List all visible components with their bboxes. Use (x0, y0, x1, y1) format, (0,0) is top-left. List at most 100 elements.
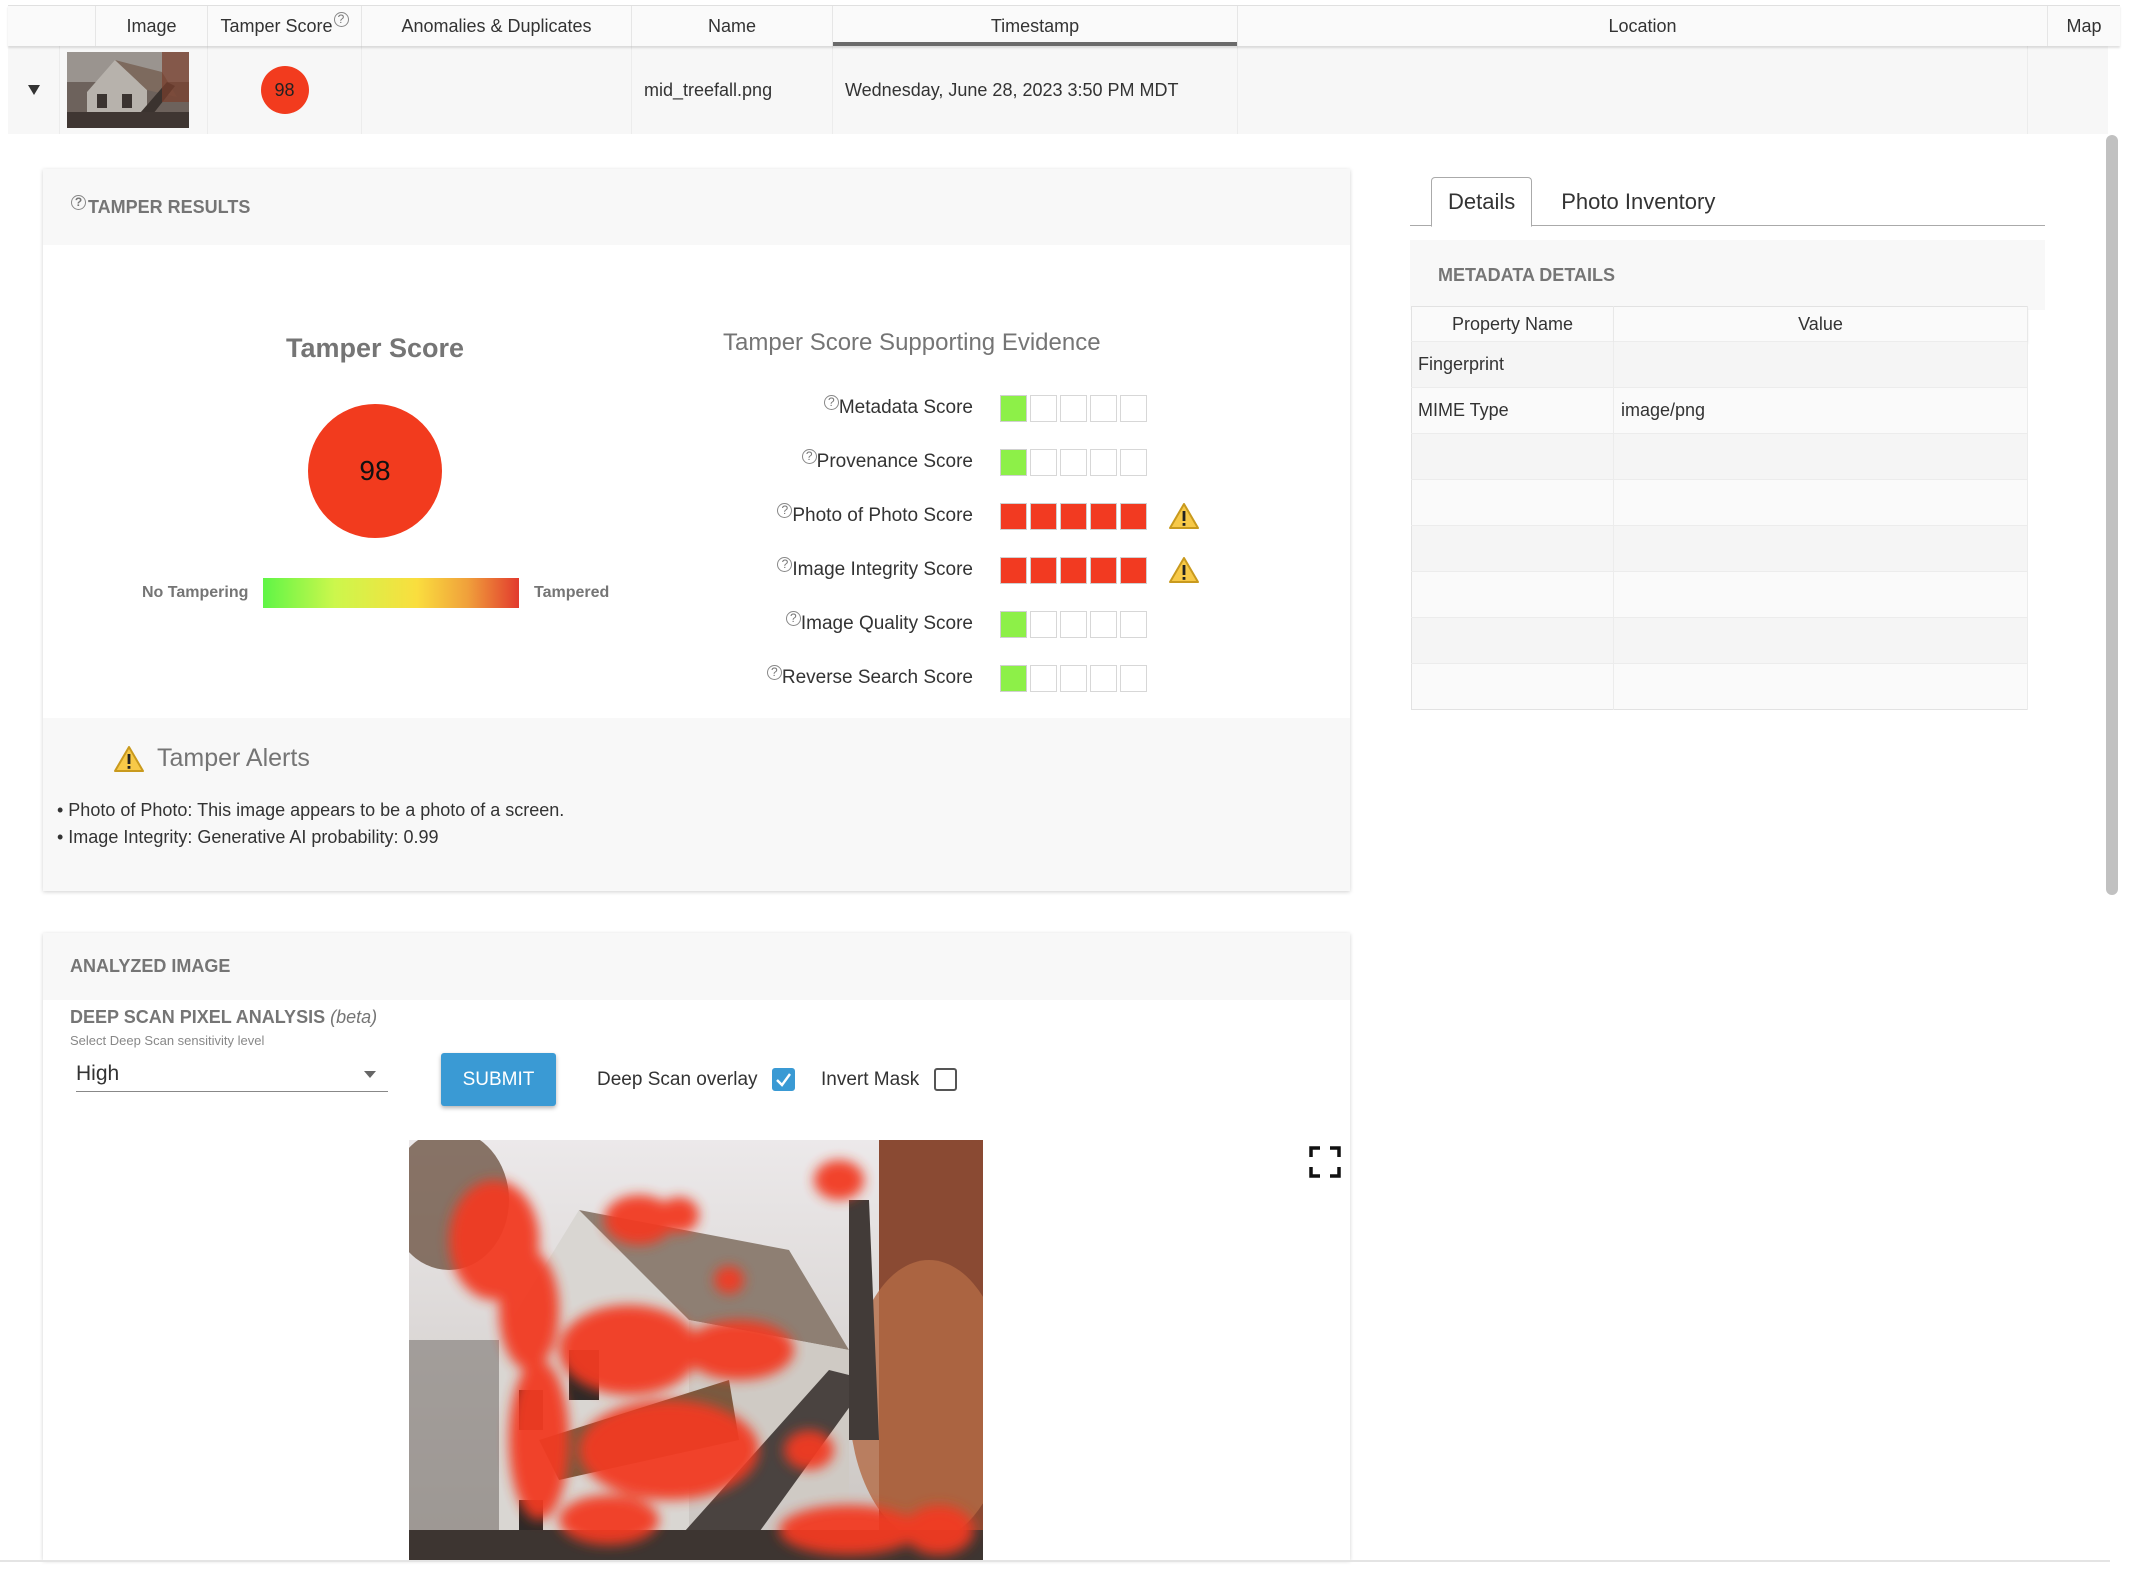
tamper-score-circle: 98 (308, 404, 442, 538)
property-value-cell (1613, 571, 2028, 618)
question-circle-icon[interactable]: ? (777, 556, 793, 572)
metadata-row[interactable]: Fingerprint (1411, 341, 2028, 388)
tab-photo-inventory[interactable]: Photo Inventory (1545, 177, 1731, 226)
evidence-label: ? Metadata Score (720, 394, 973, 419)
details-tabs: Details Photo Inventory (1410, 177, 2045, 227)
evidence-meter (1000, 394, 1150, 422)
analyzed-image-header: ANALYZED IMAGE (43, 933, 1350, 1000)
evidence-label: ? Photo of Photo Score (720, 502, 973, 527)
vertical-scrollbar[interactable] (2106, 135, 2118, 895)
grid-header: Image Tamper Score ? Anomalies & Duplica… (8, 5, 2120, 46)
metadata-row[interactable] (1411, 663, 2028, 710)
image-thumbnail[interactable] (67, 52, 189, 128)
meter-segment (1000, 610, 1027, 638)
deep-scan-overlay-checkbox[interactable] (772, 1068, 795, 1091)
evidence-label: ? Provenance Score (720, 448, 973, 473)
analyzed-image-title: ANALYZED IMAGE (70, 956, 231, 976)
anomalies-cell (362, 46, 632, 134)
metadata-row[interactable] (1411, 479, 2028, 526)
metadata-row[interactable] (1411, 617, 2028, 664)
caret-down-icon[interactable] (28, 85, 40, 95)
meter-segment (1120, 610, 1147, 638)
column-header-name[interactable]: Name (632, 6, 833, 46)
warning-icon (1169, 503, 1199, 529)
meter-segment (1060, 556, 1087, 584)
analyzed-image-graphic (409, 1140, 983, 1560)
timestamp-cell: Wednesday, June 28, 2023 3:50 PM MDT (833, 46, 1238, 134)
metadata-row[interactable] (1411, 571, 2028, 618)
column-header-map[interactable]: Map (2048, 6, 2120, 46)
property-value-cell (1613, 433, 2028, 480)
metadata-row[interactable]: MIME Type image/png (1411, 387, 2028, 434)
meter-segment (1060, 448, 1087, 476)
table-row[interactable]: 98 mid_treefall.png Wednesday, June 28, … (8, 46, 2108, 134)
property-value-cell (1613, 617, 2028, 664)
question-circle-icon[interactable]: ? (823, 394, 839, 410)
fullscreen-icon[interactable] (1309, 1146, 1341, 1178)
meter-segment (1090, 394, 1117, 422)
property-value-cell (1613, 341, 2028, 388)
sensitivity-select[interactable]: High (76, 1057, 388, 1092)
evidence-row: ? Metadata Score (720, 394, 1150, 422)
question-circle-icon[interactable]: ? (801, 448, 817, 464)
warning-icon (114, 745, 144, 772)
timestamp-value: Wednesday, June 28, 2023 3:50 PM MDT (845, 79, 1179, 100)
evidence-label: ? Image Integrity Score (720, 556, 973, 581)
column-header-tamper-score[interactable]: Tamper Score ? (208, 6, 362, 46)
evidence-row: ? Reverse Search Score (720, 664, 1150, 692)
question-circle-icon[interactable]: ? (777, 502, 793, 518)
evidence-meter (1000, 610, 1150, 638)
invert-mask-label: Invert Mask (821, 1069, 920, 1090)
meter-segment (1060, 394, 1087, 422)
house-thumbnail-graphic (67, 52, 189, 128)
evidence-meter (1000, 448, 1150, 476)
metadata-details-title: METADATA DETAILS (1410, 240, 2045, 310)
sensitivity-value: High (76, 1062, 120, 1085)
tamper-score-value: 98 (359, 455, 391, 486)
image-cell (60, 46, 208, 134)
analyzed-image[interactable] (409, 1140, 983, 1560)
column-header-image[interactable]: Image (96, 6, 208, 46)
question-circle-icon[interactable]: ? (785, 610, 801, 626)
metadata-row[interactable] (1411, 525, 2028, 572)
name-cell: mid_treefall.png (632, 46, 833, 134)
property-name-cell (1411, 479, 1614, 526)
expand-cell[interactable] (8, 46, 60, 134)
property-name-cell (1411, 617, 1614, 664)
question-circle-icon[interactable]: ? (766, 664, 782, 680)
meter-segment (1000, 448, 1027, 476)
alert-item: • Image Integrity: Generative AI probabi… (57, 827, 439, 847)
tab-details[interactable]: Details (1431, 177, 1533, 227)
meter-segment (1120, 664, 1147, 692)
file-name: mid_treefall.png (644, 79, 773, 100)
metadata-row[interactable] (1411, 433, 2028, 480)
tampered-label: Tampered (534, 584, 610, 601)
column-header-timestamp[interactable]: Timestamp (833, 6, 1238, 46)
alert-item: • Photo of Photo: This image appears to … (57, 800, 565, 820)
meter-segment (1060, 502, 1087, 530)
question-circle-icon[interactable]: ? (333, 11, 349, 27)
analyzed-image-card: ANALYZED IMAGE DEEP SCAN PIXEL ANALYSIS … (43, 933, 1350, 1560)
evidence-meter (1000, 556, 1150, 584)
evidence-row: ? Image Quality Score (720, 610, 1150, 638)
meter-segment (1000, 556, 1027, 584)
sensitivity-label: Select Deep Scan sensitivity level (70, 1033, 265, 1048)
tamper-score-title: Tamper Score (286, 333, 465, 363)
column-header-expand (8, 6, 96, 46)
question-circle-icon[interactable]: ? (71, 194, 86, 210)
meter-segment (1090, 610, 1117, 638)
property-value-cell (1613, 663, 2028, 710)
evidence-title: Tamper Score Supporting Evidence (723, 329, 1101, 356)
column-header-location[interactable]: Location (1238, 6, 2048, 46)
meter-segment (1090, 448, 1117, 476)
tamper-alerts-header: Tamper Alerts (113, 744, 310, 773)
property-name-cell (1411, 525, 1614, 572)
deep-scan-title: DEEP SCAN PIXEL ANALYSIS (beta) (70, 1007, 378, 1027)
column-header-value[interactable]: Value (1613, 306, 2028, 342)
submit-button[interactable]: SUBMIT (441, 1053, 556, 1106)
column-header-property-name[interactable]: Property Name (1411, 306, 1614, 342)
column-header-anomalies[interactable]: Anomalies & Duplicates (362, 6, 632, 46)
meter-segment (1030, 664, 1057, 692)
invert-mask-checkbox[interactable] (934, 1068, 957, 1091)
location-cell (1238, 46, 2028, 134)
